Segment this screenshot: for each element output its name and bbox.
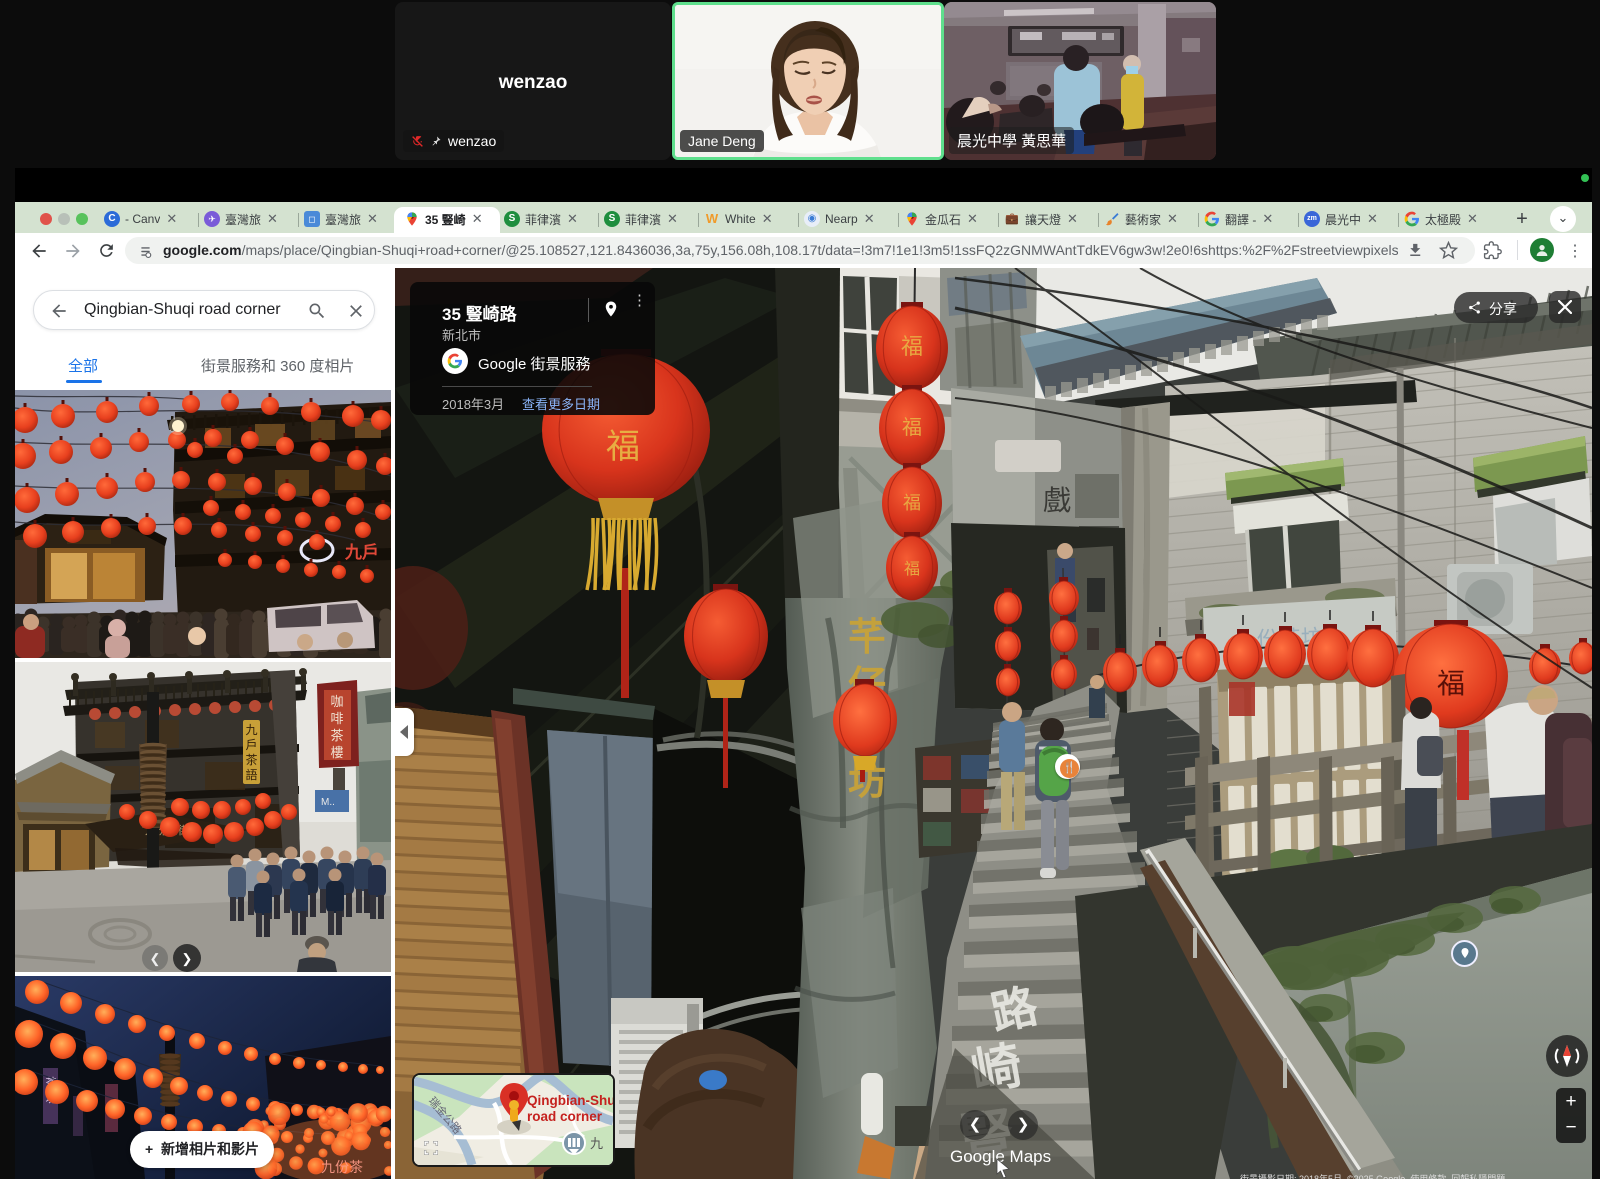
svg-text:road corner: road corner: [527, 1109, 603, 1124]
svg-text:福: 福: [903, 493, 921, 513]
svg-text:九: 九: [590, 1136, 603, 1151]
svg-text:Qingbian-Shuqi: Qingbian-Shuqi: [527, 1093, 613, 1108]
svg-text:福: 福: [901, 334, 923, 359]
svg-text:福: 福: [1437, 668, 1465, 699]
svg-text:福: 福: [904, 560, 920, 578]
svg-text:戲: 戲: [1043, 485, 1071, 516]
svg-text:福: 福: [606, 428, 640, 466]
svg-text:福: 福: [902, 416, 922, 439]
svg-text:芊: 芊: [848, 617, 886, 659]
